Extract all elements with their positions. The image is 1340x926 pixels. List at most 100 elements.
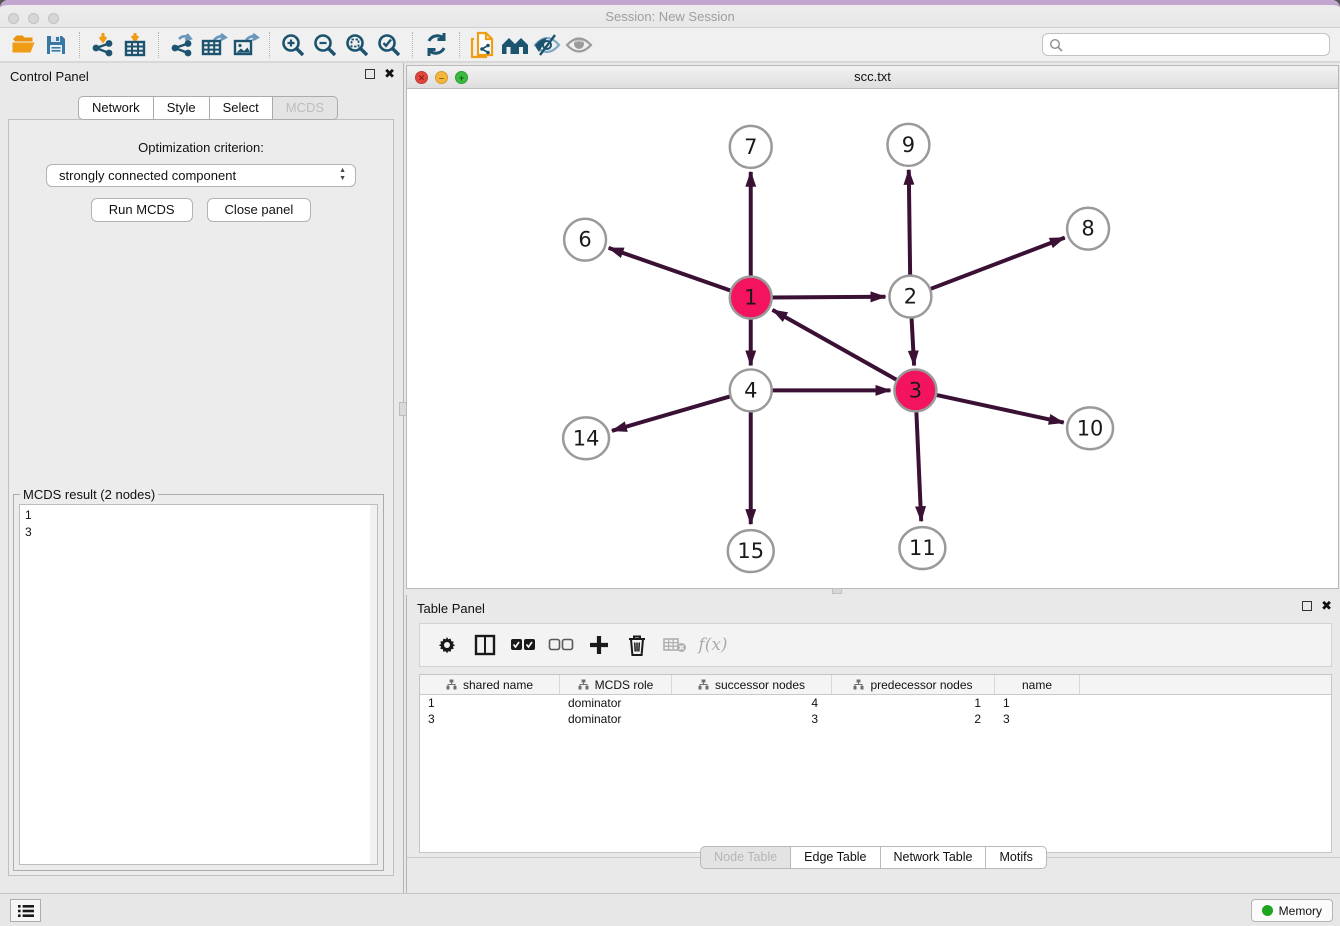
table-cell[interactable]: 3 [420,711,560,727]
table-row[interactable]: 1dominator411 [420,695,1331,711]
zoom-in-button[interactable] [277,30,309,60]
zoom-fit-button[interactable] [341,30,373,60]
node-1[interactable]: 1 [730,277,772,319]
criterion-dropdown[interactable]: strongly connected component ▲▼ [46,164,356,187]
search-field[interactable] [1042,33,1330,56]
search-input[interactable] [1067,38,1329,52]
tab-network[interactable]: Network [78,96,154,120]
network-canvas[interactable]: 7 9 6 8 1 2 4 3 14 10 15 11 [407,89,1338,588]
hide-graphics-details-button[interactable] [531,30,563,60]
node-10[interactable]: 10 [1067,407,1113,449]
column-header-successor-nodes[interactable]: successor nodes [672,675,832,694]
svg-text:2: 2 [904,285,917,309]
node-15[interactable]: 15 [728,530,774,572]
export-image-button[interactable] [230,30,262,60]
tab-style[interactable]: Style [153,96,210,120]
tab-motifs[interactable]: Motifs [985,846,1046,869]
table-cell[interactable]: 1 [420,695,560,711]
save-session-button[interactable] [40,30,72,60]
edge-1-2[interactable] [770,297,886,298]
first-neighbors-button[interactable] [499,30,531,60]
edge-4-14[interactable] [612,396,733,431]
column-sort-icon [578,679,589,690]
delete-column-icon[interactable] [620,628,654,662]
column-header-name[interactable]: name [995,675,1080,694]
node-6[interactable]: 6 [564,219,606,261]
table-cell[interactable]: dominator [560,711,672,727]
add-column-icon[interactable] [582,628,616,662]
float-table-panel-icon[interactable] [1302,601,1312,611]
memory-status-icon [1262,905,1273,916]
node-14[interactable]: 14 [563,417,609,459]
delete-table-icon[interactable] [658,628,692,662]
column-header-MCDS-role[interactable]: MCDS role [560,675,672,694]
edge-3-1[interactable] [772,310,898,381]
table-cell[interactable]: 3 [995,711,1080,727]
tab-node-table[interactable]: Node Table [700,846,791,869]
tab-edge-table[interactable]: Edge Table [790,846,880,869]
horizontal-splitter-handle[interactable] [832,588,842,594]
node-2[interactable]: 2 [889,276,931,318]
table-cell[interactable]: 1 [995,695,1080,711]
edge-1-6[interactable] [609,248,733,291]
task-history-button[interactable] [10,899,41,922]
zoom-out-button[interactable] [309,30,341,60]
table-cell[interactable]: 2 [832,711,995,727]
graphics-details-button[interactable] [563,30,595,60]
table-tabs: Node TableEdge TableNetwork TableMotifs [407,846,1340,869]
edge-2-8[interactable] [928,238,1065,290]
result-scrollbar[interactable] [370,505,377,864]
edge-2-9[interactable] [909,170,910,278]
column-header-predecessor-nodes[interactable]: predecessor nodes [832,675,995,694]
node-4[interactable]: 4 [730,369,772,411]
table-cell[interactable]: 1 [832,695,995,711]
memory-button[interactable]: Memory [1251,899,1333,922]
tab-select[interactable]: Select [209,96,273,120]
export-network-button[interactable] [166,30,198,60]
column-header-shared-name[interactable]: shared name [420,675,560,694]
svg-text:3: 3 [909,378,922,402]
import-network-button[interactable] [87,30,119,60]
node-11[interactable]: 11 [899,527,945,569]
edge-3-11[interactable] [916,409,921,521]
column-sort-icon [446,679,457,690]
export-table-button[interactable] [198,30,230,60]
node-8[interactable]: 8 [1067,208,1109,250]
zoom-selected-button[interactable] [373,30,405,60]
import-table-button[interactable] [119,30,151,60]
float-panel-icon[interactable] [365,69,375,79]
gear-icon[interactable] [430,628,464,662]
network-minimize-icon[interactable]: – [435,71,448,84]
network-close-icon[interactable]: ✕ [415,71,428,84]
table-cell[interactable]: dominator [560,695,672,711]
table-cell[interactable]: 3 [672,711,832,727]
table-row[interactable]: 3dominator323 [420,711,1331,727]
edge-3-10[interactable] [934,394,1064,422]
mcds-result-title: MCDS result (2 nodes) [20,487,158,502]
edge-2-3[interactable] [911,316,914,366]
optimization-criterion-label: Optimization criterion: [9,140,393,155]
node-7[interactable]: 7 [730,126,772,168]
deselect-all-rows-icon[interactable] [544,628,578,662]
node-3[interactable]: 3 [894,369,936,411]
node-9[interactable]: 9 [887,124,929,166]
apply-layout-button[interactable] [420,30,452,60]
tab-mcds[interactable]: MCDS [272,96,338,120]
table-cell[interactable]: 4 [672,695,832,711]
toolbar-separator [158,32,159,58]
run-mcds-button[interactable]: Run MCDS [91,198,193,222]
function-builder-icon[interactable]: f(x) [696,628,730,662]
split-view-icon[interactable] [468,628,502,662]
mcds-result-text[interactable]: 1 3 [19,504,378,865]
column-sort-icon [853,679,864,690]
open-session-button[interactable] [8,30,40,60]
network-maximize-icon[interactable]: + [455,71,468,84]
select-all-rows-icon[interactable] [506,628,540,662]
close-table-panel-icon[interactable]: ✖ [1321,601,1332,611]
new-network-from-selection-button[interactable] [467,30,499,60]
close-panel-icon[interactable]: ✖ [384,69,395,79]
tab-network-table[interactable]: Network Table [880,846,987,869]
node-table[interactable]: shared nameMCDS rolesuccessor nodesprede… [419,674,1332,853]
table-panel-header: Table Panel ✖ [407,595,1340,622]
close-panel-button[interactable]: Close panel [207,198,312,222]
